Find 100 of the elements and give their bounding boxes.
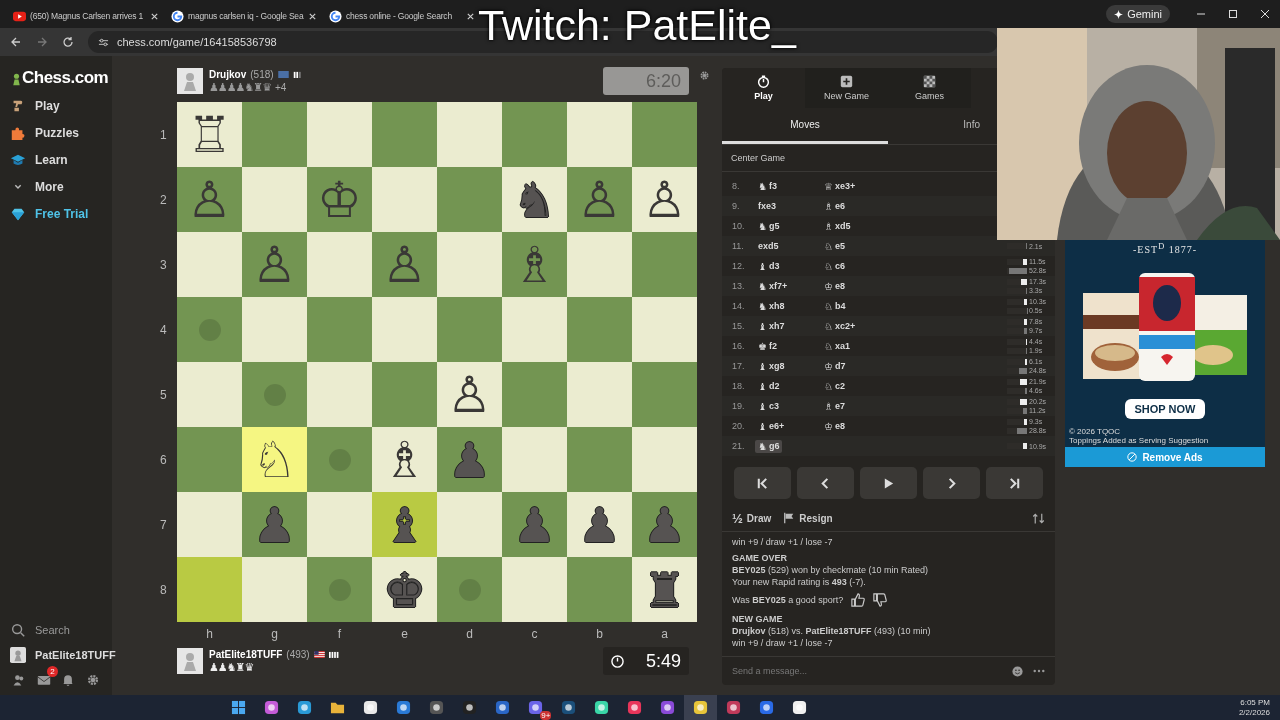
board-square[interactable] (437, 167, 502, 232)
chess-piece[interactable]: ♟ (578, 500, 621, 549)
chess-piece[interactable]: ♙ (447, 369, 492, 420)
board-square[interactable]: ♖ (177, 102, 242, 167)
panel-tab[interactable]: Games (888, 68, 971, 108)
board-square[interactable]: ♜ (632, 557, 697, 622)
board-square[interactable] (242, 557, 307, 622)
move-link[interactable]: ♘ xa1 (821, 339, 853, 353)
board-square[interactable] (307, 492, 372, 557)
move-link[interactable]: ♝ xh7 (755, 319, 788, 333)
board-square[interactable] (502, 297, 567, 362)
board-square[interactable]: ♟ (567, 492, 632, 557)
app-icon[interactable] (792, 700, 808, 715)
resign-button[interactable]: Resign (783, 512, 833, 524)
sidebar-item[interactable]: Free Trial (0, 200, 112, 227)
move-link[interactable]: ♗ e7 (821, 399, 848, 413)
shop-button[interactable]: SHOP NOW (1124, 399, 1206, 420)
board-square[interactable] (177, 427, 242, 492)
app-icon[interactable] (561, 700, 577, 715)
board-square[interactable] (177, 557, 242, 622)
board-square[interactable] (372, 297, 437, 362)
board-square[interactable]: ♘ (242, 427, 307, 492)
chess-piece[interactable]: ♝ (383, 500, 426, 549)
browser-tab[interactable]: chess online - Google Search (324, 4, 480, 28)
sidebar-item[interactable]: Play (0, 92, 112, 119)
board-square[interactable] (242, 362, 307, 427)
thumbs-down-icon[interactable] (873, 593, 888, 607)
move-link[interactable]: ♗ xd5 (821, 219, 854, 233)
board-square[interactable]: ♞ (502, 167, 567, 232)
app-icon[interactable] (660, 700, 676, 715)
app-icon[interactable] (528, 700, 544, 715)
chess-piece[interactable]: ♞ (513, 175, 556, 224)
mail-icon[interactable] (396, 700, 412, 715)
move-link[interactable]: ♔ e8 (821, 419, 848, 433)
more-icon[interactable] (1033, 669, 1045, 673)
board-square[interactable] (502, 557, 567, 622)
windows-icon[interactable] (231, 700, 247, 715)
move-link[interactable]: fxe3 (755, 200, 779, 212)
move-link[interactable]: ♔ d7 (821, 359, 849, 373)
player-name[interactable]: PatElite18TUFF (209, 648, 283, 660)
app-icon[interactable] (495, 700, 511, 715)
board-square[interactable] (632, 362, 697, 427)
board-square[interactable] (437, 492, 502, 557)
move-link[interactable]: ♘ c2 (821, 379, 848, 393)
chess-piece[interactable]: ♙ (642, 174, 687, 225)
move-link[interactable]: ♗ e6 (821, 199, 848, 213)
board-square[interactable] (567, 297, 632, 362)
board-square[interactable] (502, 362, 567, 427)
board-square[interactable] (177, 232, 242, 297)
board-square[interactable] (307, 102, 372, 167)
board-square[interactable] (307, 232, 372, 297)
app-icon[interactable] (462, 700, 478, 715)
move-link[interactable]: ♝ d3 (755, 259, 783, 273)
move-link[interactable]: ♕ xe3+ (821, 179, 859, 193)
board-square[interactable] (502, 102, 567, 167)
move-link[interactable]: ♝ c3 (755, 399, 782, 413)
chess-piece[interactable]: ♗ (382, 434, 427, 485)
board-square[interactable] (372, 362, 437, 427)
chess-piece[interactable]: ♚ (383, 565, 426, 614)
logo[interactable]: Chess.com (22, 68, 109, 88)
back-icon[interactable] (10, 36, 22, 48)
friends-icon[interactable] (12, 673, 26, 687)
move-link[interactable]: ♘ c6 (821, 259, 848, 273)
move-link[interactable]: ♞ g6 (755, 439, 783, 453)
board-square[interactable]: ♚ (372, 557, 437, 622)
board-square[interactable] (372, 167, 437, 232)
app-icon[interactable] (726, 700, 742, 715)
panel-tab[interactable]: Moves (722, 108, 888, 144)
board-square[interactable] (307, 557, 372, 622)
app-icon[interactable] (693, 700, 709, 715)
panel-tab[interactable]: New Game (805, 68, 888, 108)
maximize-icon[interactable] (1228, 9, 1238, 19)
board-square[interactable] (177, 362, 242, 427)
chess-board[interactable]: ♖ ♙ ♔ ♞ ♙ ♙ ♙ ♙ ♗ ♙ ♘ ♗ ♟ ♟ ♝ ♟ ♟ ♟ ♚ ♜ (177, 102, 697, 622)
close-icon[interactable] (1260, 9, 1270, 19)
move-link[interactable]: ♝ e6+ (755, 419, 788, 433)
app-icon[interactable] (297, 700, 313, 715)
search-field[interactable]: Search (0, 617, 112, 642)
board-square[interactable] (242, 167, 307, 232)
move-link[interactable]: ♘ b4 (821, 299, 849, 313)
board-square[interactable] (372, 102, 437, 167)
board-square[interactable] (242, 297, 307, 362)
board-square[interactable] (437, 297, 502, 362)
flip-board-icon[interactable] (1032, 511, 1045, 525)
player-name[interactable]: Drujkov (209, 68, 247, 80)
reload-icon[interactable] (62, 36, 74, 48)
move-link[interactable]: ♘ e5 (821, 239, 848, 253)
board-square[interactable] (307, 427, 372, 492)
chess-piece[interactable]: ♜ (643, 565, 686, 614)
move-link[interactable]: ♝ d2 (755, 379, 783, 393)
browser-tab[interactable]: (650) Magnus Carlsen arrives 1 (8, 4, 164, 28)
settings-icon[interactable] (699, 70, 710, 81)
move-link[interactable]: ♞ xh8 (755, 299, 788, 313)
app-icon[interactable] (264, 700, 280, 715)
board-square[interactable] (177, 492, 242, 557)
board-square[interactable]: ♗ (372, 427, 437, 492)
board-square[interactable] (307, 362, 372, 427)
board-square[interactable] (567, 427, 632, 492)
navigation-button[interactable] (986, 467, 1043, 499)
board-square[interactable] (242, 102, 307, 167)
